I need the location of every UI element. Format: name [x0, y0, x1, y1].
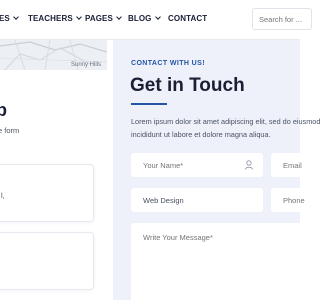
section-description: Lorem ipsum dolor sit amet adipiscing el… [131, 117, 320, 139]
search-input[interactable] [253, 9, 311, 30]
name-field [131, 153, 263, 177]
location-map[interactable]: Sunny Hills [0, 40, 107, 70]
card-text: l, [1, 191, 5, 200]
chevron-down-icon [116, 14, 122, 20]
chevron-down-icon [154, 14, 161, 20]
left-column: Sunny Hills p e form l, [0, 40, 113, 300]
nav-item-label: ES [0, 14, 10, 23]
search-box [252, 8, 312, 30]
info-card: l, [0, 164, 94, 222]
top-nav: ES TEACHERS PAGES BLOG CONTACT [0, 0, 312, 40]
name-input[interactable] [131, 153, 263, 177]
title-underline [131, 103, 167, 105]
left-text: e form [0, 126, 20, 135]
phone-input[interactable] [271, 188, 311, 212]
email-input[interactable] [271, 153, 311, 177]
nav-item-label: CONTACT [168, 14, 208, 23]
nav-item-contact[interactable]: CONTACT [168, 14, 207, 23]
chevron-down-icon [13, 14, 19, 20]
section-title: Get in Touch [130, 75, 245, 96]
section-eyebrow: CONTACT WITH US! [131, 60, 205, 67]
message-field [131, 223, 311, 300]
nav-item-teachers[interactable]: TEACHERS [28, 14, 82, 23]
nav-item-blog[interactable]: BLOG [128, 14, 161, 23]
service-field [131, 188, 263, 212]
message-textarea[interactable] [131, 223, 311, 300]
map-place-label: Sunny Hills [70, 62, 101, 68]
left-heading: p [0, 100, 7, 120]
nav-item-courses[interactable]: ES [0, 14, 19, 23]
nav-item-label: PAGES [85, 14, 113, 23]
phone-field [271, 188, 311, 212]
nav-item-pages[interactable]: PAGES [85, 14, 122, 23]
nav-item-label: BLOG [128, 14, 152, 23]
user-icon [245, 160, 253, 170]
info-card [0, 232, 94, 290]
contact-panel: CONTACT WITH US! Get in Touch Lorem ipsu… [113, 40, 320, 300]
nav-item-label: TEACHERS [28, 14, 73, 23]
chevron-down-icon [75, 14, 82, 20]
email-field [271, 153, 311, 177]
service-input[interactable] [131, 188, 263, 212]
